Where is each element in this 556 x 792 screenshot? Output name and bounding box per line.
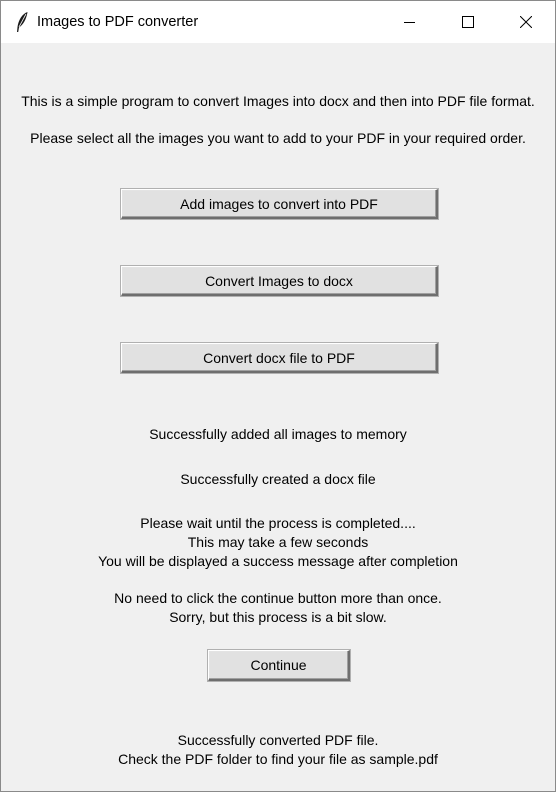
- minimize-button[interactable]: [381, 1, 439, 43]
- title-bar[interactable]: Images to PDF converter: [1, 1, 555, 43]
- converted-status-line: Successfully converted PDF file.: [177, 732, 379, 748]
- wait-message-line: Please wait until the process is complet…: [140, 515, 416, 531]
- docx-created-status: Successfully created a docx file: [180, 471, 376, 487]
- convert-to-pdf-button[interactable]: Convert docx file to PDF: [120, 342, 439, 374]
- instruction-text: Please select all the images you want to…: [30, 130, 526, 146]
- images-added-status: Successfully added all images to memory: [149, 426, 407, 442]
- description-text: This is a simple program to convert Imag…: [21, 93, 535, 109]
- minimize-icon: [404, 22, 415, 23]
- continue-note-line: No need to click the continue button mor…: [114, 590, 442, 606]
- main-content: This is a simple program to convert Imag…: [1, 43, 555, 791]
- continue-note-line: Sorry, but this process is a bit slow.: [169, 609, 387, 625]
- window-title: Images to PDF converter: [37, 14, 199, 30]
- maximize-button[interactable]: [439, 1, 497, 43]
- maximize-icon: [462, 16, 474, 28]
- wait-message-line: You will be displayed a success message …: [98, 553, 458, 569]
- convert-to-docx-button[interactable]: Convert Images to docx: [120, 265, 439, 297]
- close-icon: [520, 16, 532, 28]
- continue-button[interactable]: Continue: [207, 649, 351, 682]
- app-window: Images to PDF converter This is a simple…: [0, 0, 556, 792]
- wait-message-line: This may take a few seconds: [187, 534, 369, 550]
- converted-status-line: Check the PDF folder to find your file a…: [118, 751, 438, 767]
- feather-icon: [17, 12, 28, 32]
- close-button[interactable]: [497, 1, 555, 43]
- add-images-button[interactable]: Add images to convert into PDF: [120, 188, 439, 220]
